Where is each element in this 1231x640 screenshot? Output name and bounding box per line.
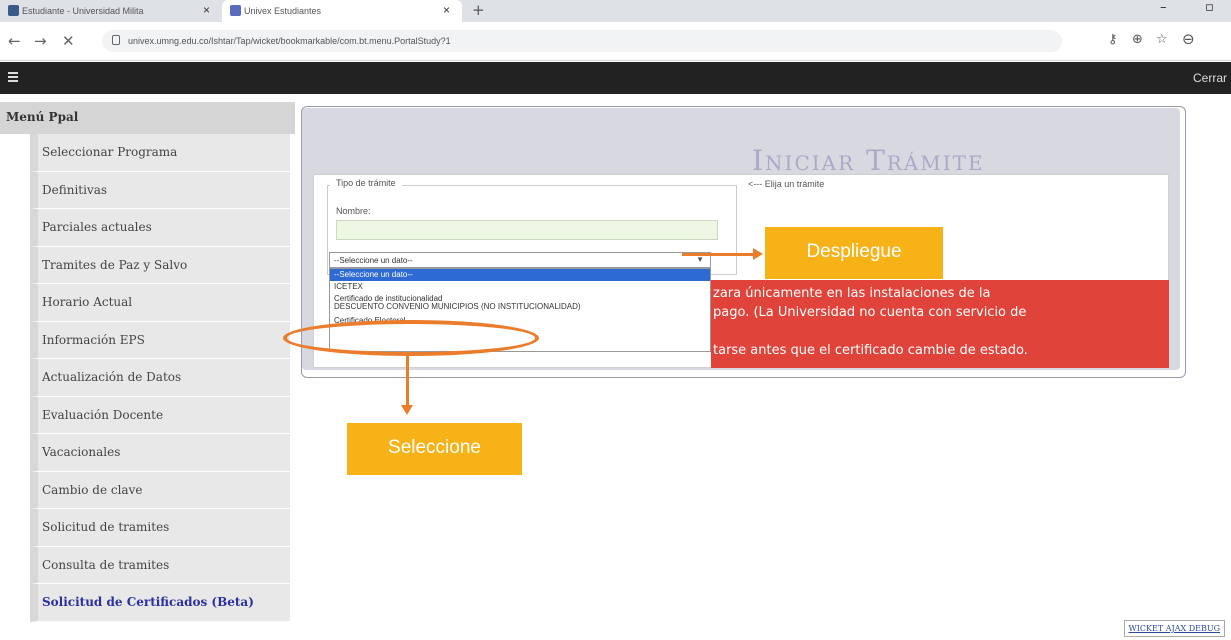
logout-link[interactable]: Cerrar bbox=[1193, 71, 1227, 85]
sidebar-item-vacacionales[interactable]: Vacacionales bbox=[30, 434, 290, 472]
sidebar-item-cambio-clave[interactable]: Cambio de clave bbox=[30, 471, 290, 509]
sidebar-item-solicitud-tramites[interactable]: Solicitud de tramites bbox=[30, 509, 290, 547]
alert-message: zara únicamente en las instalaciones de … bbox=[711, 280, 1169, 368]
alert-line: pago. (La Universidad no cuenta con serv… bbox=[713, 305, 1027, 320]
star-icon[interactable]: ☆ bbox=[1156, 32, 1168, 47]
minimize-icon[interactable]: – bbox=[1160, 0, 1167, 15]
alert-line: tarse antes que el certificado cambie de… bbox=[713, 343, 1028, 358]
browser-tab-univex[interactable]: Univex Estudiantes × bbox=[222, 0, 462, 22]
annotation-highlight-ellipse bbox=[283, 320, 539, 356]
sidebar: Seleccionar Programa Definitivas Parcial… bbox=[30, 134, 290, 622]
close-tab-icon[interactable]: × bbox=[443, 3, 450, 17]
new-tab-icon[interactable]: + bbox=[472, 1, 485, 19]
sidebar-item-actualizacion-datos[interactable]: Actualización de Datos bbox=[30, 359, 290, 397]
select-value: --Seleccione un dato-- bbox=[334, 256, 413, 265]
sidebar-item-solicitud-certificados[interactable]: Solicitud de Certificados (Beta) bbox=[30, 584, 290, 622]
key-icon[interactable]: ⚷ bbox=[1108, 32, 1118, 47]
menu-icon[interactable] bbox=[8, 72, 18, 82]
page-title: Iniciar Trámite bbox=[752, 144, 985, 177]
sidebar-item-parciales-actuales[interactable]: Parciales actuales bbox=[30, 209, 290, 247]
maximize-icon[interactable]: ▫ bbox=[1205, 0, 1214, 15]
alert-line: zara únicamente en las instalaciones de … bbox=[713, 286, 991, 301]
close-tab-icon[interactable]: × bbox=[203, 3, 210, 17]
option-icetex[interactable]: ICETEX bbox=[330, 281, 710, 293]
nombre-label: Nombre: bbox=[336, 206, 371, 216]
tab-label: Estudiante - Universidad Milita bbox=[22, 6, 144, 16]
option-descuento-convenio[interactable]: DESCUENTO CONVENIO MUNICIPIOS (NO INSTIT… bbox=[330, 301, 710, 313]
annotation-arrow-down bbox=[401, 353, 413, 415]
alert-line bbox=[713, 322, 1169, 341]
browser-tab-bar: Estudiante - Universidad Milita × Univex… bbox=[0, 0, 1231, 22]
close-icon[interactable]: ✕ bbox=[62, 32, 75, 50]
chevron-down-icon: ▼ bbox=[696, 255, 704, 264]
browser-address-bar: ← → ✕ univex.umng.edu.co/Ishtar/Tap/wick… bbox=[0, 22, 1231, 61]
app-header: Cerrar bbox=[0, 62, 1231, 94]
url-field[interactable]: univex.umng.edu.co/Ishtar/Tap/wicket/boo… bbox=[102, 30, 1062, 52]
zoom-icon[interactable]: ⊕ bbox=[1132, 32, 1143, 47]
account-icon[interactable]: ⊖ bbox=[1182, 30, 1195, 48]
tramite-select[interactable]: --Seleccione un dato-- ▼ bbox=[329, 252, 711, 268]
favicon-icon bbox=[230, 5, 241, 16]
fieldset-legend: Tipo de trámite bbox=[330, 178, 402, 188]
back-icon[interactable]: ← bbox=[8, 32, 21, 50]
annotation-despliegue: Despliegue bbox=[765, 227, 943, 279]
sidebar-item-horario-actual[interactable]: Horario Actual bbox=[30, 284, 290, 322]
sidebar-title: Menú Ppal bbox=[0, 102, 295, 134]
lock-icon bbox=[112, 35, 120, 45]
annotation-arrow-right bbox=[682, 248, 763, 260]
forward-icon[interactable]: → bbox=[34, 32, 47, 50]
favicon-icon bbox=[8, 5, 19, 16]
nombre-input[interactable] bbox=[336, 220, 718, 240]
sidebar-item-consulta-tramites[interactable]: Consulta de tramites bbox=[30, 546, 290, 584]
tab-label: Univex Estudiantes bbox=[244, 6, 322, 16]
sidebar-item-evaluacion-docente[interactable]: Evaluación Docente bbox=[30, 396, 290, 434]
sidebar-item-informacion-eps[interactable]: Información EPS bbox=[30, 321, 290, 359]
url-text: univex.umng.edu.co/Ishtar/Tap/wicket/boo… bbox=[128, 36, 451, 46]
sidebar-item-definitivas[interactable]: Definitivas bbox=[30, 171, 290, 209]
sidebar-item-paz-y-salvo[interactable]: Tramites de Paz y Salvo bbox=[30, 246, 290, 284]
wicket-debug-link[interactable]: WICKET AJAX DEBUG bbox=[1123, 620, 1225, 637]
annotation-seleccione: Seleccione bbox=[347, 423, 522, 475]
browser-tab-estudiante[interactable]: Estudiante - Universidad Milita × bbox=[0, 0, 222, 22]
option-seleccione[interactable]: --Seleccione un dato-- bbox=[330, 269, 710, 281]
sidebar-item-seleccionar-programa[interactable]: Seleccionar Programa bbox=[30, 134, 290, 172]
tramite-hint: <--- Elija un trámite bbox=[748, 179, 825, 189]
